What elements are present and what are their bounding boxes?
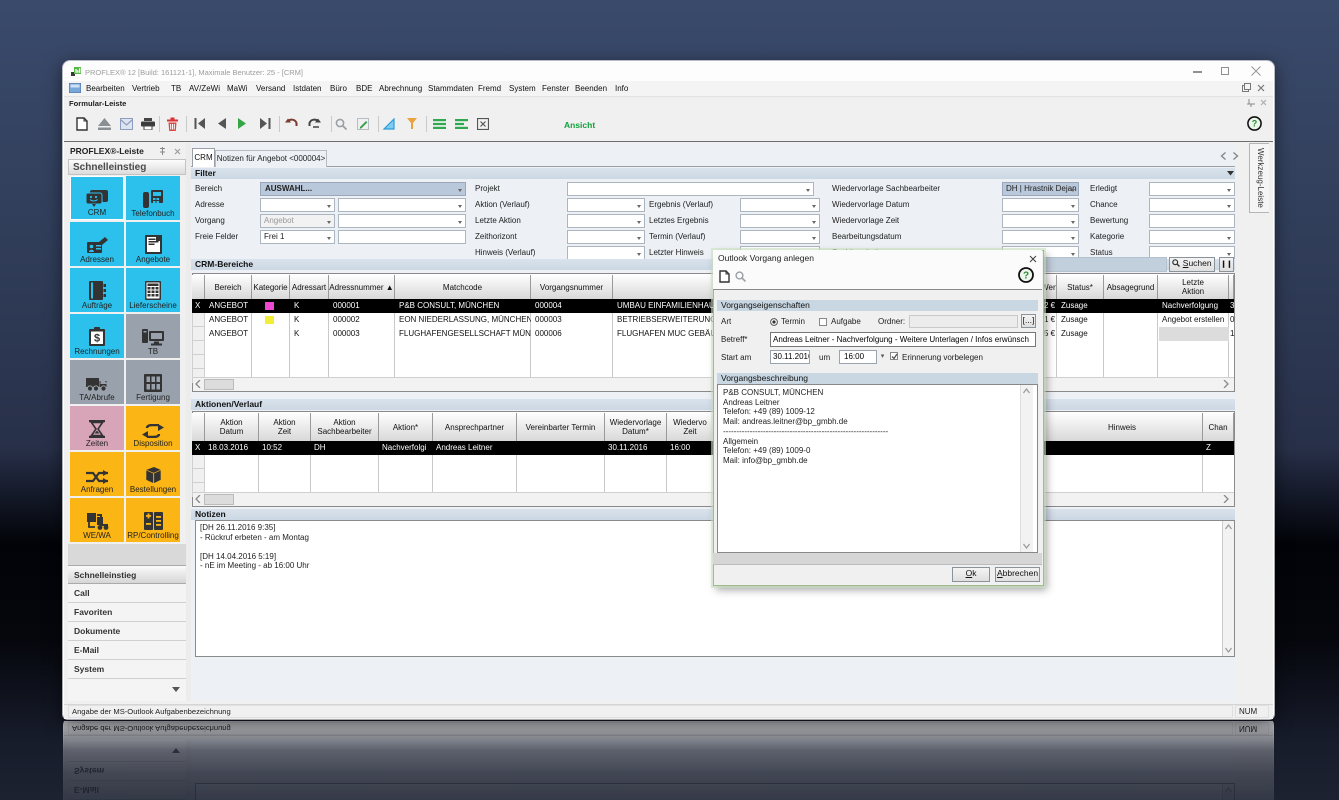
svg-text:?: ?	[1252, 119, 1258, 129]
svg-text:$: $	[94, 333, 100, 345]
svg-text:?: ?	[1023, 271, 1029, 282]
